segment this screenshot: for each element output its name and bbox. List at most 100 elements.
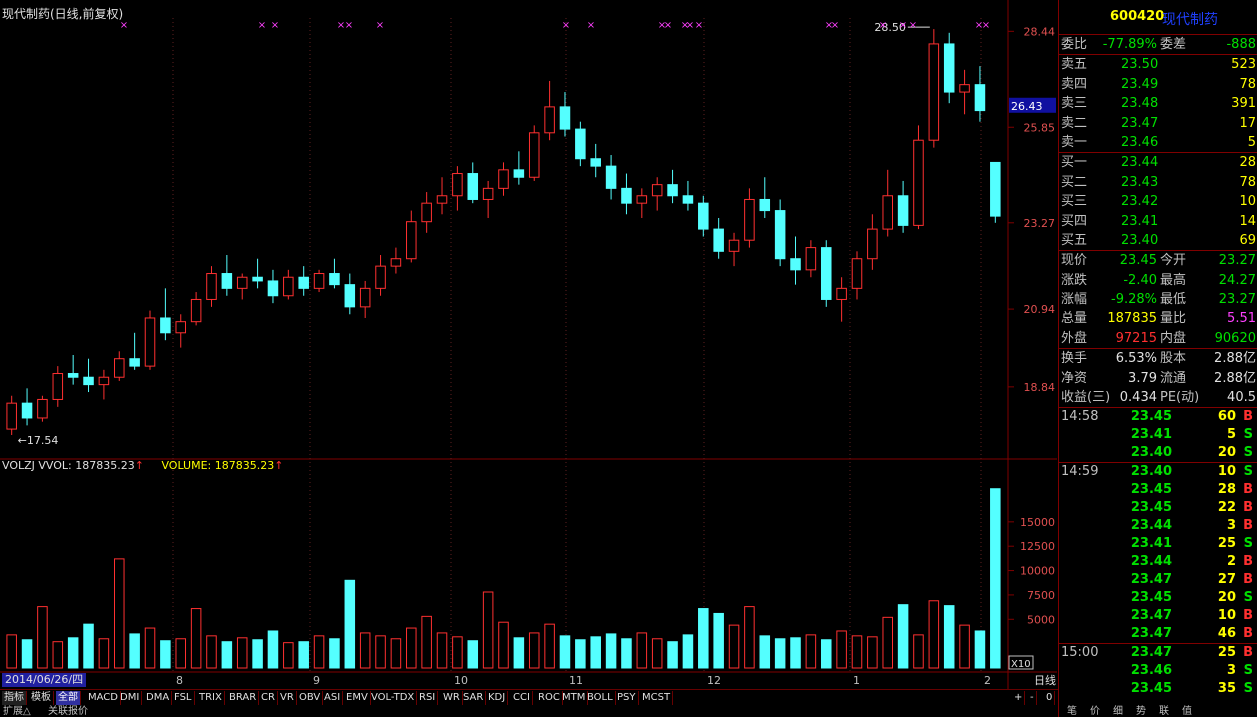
fund-value: 0.434	[1119, 390, 1157, 406]
candle-body	[6, 402, 17, 430]
candle-body	[98, 376, 110, 386]
related-quote-link[interactable]: 关联报价	[48, 706, 88, 717]
signal-marker: ×	[345, 20, 353, 31]
indicator-tab[interactable]: 全部	[56, 691, 81, 705]
volume-bar	[774, 638, 786, 669]
tick-row: 23.44 2 B	[1059, 553, 1257, 571]
panel-tab[interactable]: 笔	[1067, 706, 1077, 717]
volume-bar	[528, 632, 540, 669]
signal-marker: ×	[376, 20, 384, 31]
tick-list[interactable]: 14:58 23.45 60 B 23.41 5 S 23.40 20 S 14:59 23.40 10…	[1059, 407, 1257, 698]
order-label: 卖一	[1061, 134, 1088, 150]
stat-value: -9.28%	[1111, 292, 1157, 308]
kline-chart-svg[interactable]: 8 9 10 11 12 1 228.4425.8523.2720.9418.8426.43…	[0, 0, 1057, 689]
indicator-tab[interactable]: DMI	[118, 691, 143, 705]
volume-bar	[252, 639, 263, 669]
tick-side: B	[1243, 500, 1253, 516]
indicator-tab[interactable]: CR	[259, 691, 278, 705]
sell-level-row: 卖三 23.48 391	[1059, 94, 1257, 113]
candle-body	[267, 280, 279, 297]
sell-level-row: 卖五 23.50 523	[1059, 55, 1257, 74]
candle-body	[467, 173, 479, 200]
buy-level-row: 买五 23.40 69	[1059, 231, 1257, 250]
kline-chart-area[interactable]: 8 9 10 11 12 1 2 28.44 25.85 23.27 20.94 18.84 26.43…	[0, 0, 1057, 690]
tick-volume: 46	[1217, 626, 1236, 642]
volume-bar	[52, 641, 64, 669]
indicator-tab[interactable]: WR	[441, 691, 463, 705]
panel-tab[interactable]: 价	[1090, 706, 1100, 717]
indicator-tab[interactable]: 模板	[29, 691, 54, 705]
volume-bar	[236, 637, 248, 669]
order-label: 买五	[1061, 232, 1088, 248]
indicator-tab[interactable]: EMV	[344, 691, 371, 705]
order-label: 卖四	[1061, 76, 1088, 92]
volume-bar	[114, 558, 125, 669]
indicator-tab[interactable]: RSI	[417, 691, 439, 705]
volume-bar	[867, 636, 878, 669]
volume-bar	[820, 639, 832, 669]
tick-price: 23.41	[1130, 427, 1172, 443]
volume-bar	[83, 623, 94, 669]
volume-tick-label: 15000	[1020, 516, 1055, 529]
tick-side: S	[1243, 427, 1253, 443]
signal-marker: ×	[695, 20, 703, 31]
indicator-tab[interactable]: TRIX	[197, 691, 225, 705]
candle-body	[21, 402, 33, 419]
candle-body	[913, 139, 924, 226]
low-price-label: ←17.54	[18, 434, 59, 447]
panel-tab[interactable]: 联	[1159, 706, 1169, 717]
month-label: 8	[176, 674, 183, 687]
indicator-tab[interactable]: BOLL	[585, 691, 616, 705]
tick-price: 23.45	[1130, 500, 1172, 516]
indicator-tab[interactable]: OBV	[297, 691, 324, 705]
indicator-tab[interactable]: KDJ	[486, 691, 509, 705]
fund-value: 3.79	[1128, 370, 1157, 386]
zoom-out-button[interactable]: -	[1028, 691, 1037, 705]
indicator-tab[interactable]: PSY	[615, 691, 639, 705]
tick-row: 23.41 25 S	[1059, 535, 1257, 553]
indicator-tab[interactable]: ASI	[322, 691, 344, 705]
tick-volume: 3	[1226, 518, 1236, 534]
volume-bar	[206, 635, 217, 669]
indicator-tab[interactable]: FSL	[172, 691, 195, 705]
tick-volume: 20	[1217, 590, 1236, 606]
reset-button[interactable]: 0	[1044, 691, 1056, 705]
indicator-tab[interactable]: VOL-TDX	[369, 691, 418, 705]
expand-link[interactable]: 扩展△	[3, 706, 31, 717]
indicator-tab[interactable]: ROC	[536, 691, 563, 705]
indicator-tab[interactable]: 指标	[2, 691, 27, 705]
indicator-tab[interactable]: MCST	[640, 691, 674, 705]
tick-row: 23.47 10 B	[1059, 607, 1257, 625]
order-price: 23.46	[1121, 134, 1159, 150]
stock-name[interactable]: 现代制药	[1162, 9, 1218, 29]
indicator-tab[interactable]: SAR	[461, 691, 487, 705]
candle-body	[836, 287, 847, 300]
indicator-tab[interactable]: BRAR	[227, 691, 260, 705]
indicator-tab[interactable]: MACD	[86, 691, 121, 705]
quote-panel: 600420 现代制药 委比 -77.89% 委差 -888 卖五 23.50 52…	[1058, 0, 1257, 717]
tick-side: S	[1243, 663, 1253, 679]
fund-row: 收益(三) 0.434 PE(动) 40.5	[1059, 388, 1257, 407]
buy-orders: 买一 23.44 28 买二 23.43 78 买三 23.42 10 买四 23.41 14 买五 23…	[1059, 152, 1257, 250]
indicator-tab[interactable]: VR	[278, 691, 297, 705]
tick-row: 23.44 3 B	[1059, 517, 1257, 535]
indicator-tab[interactable]: CCI	[511, 691, 533, 705]
candle-body	[175, 321, 187, 334]
zoom-in-button[interactable]: +	[1012, 691, 1026, 705]
stat-label: 今开	[1160, 253, 1187, 269]
fund-value: 6.53%	[1115, 351, 1157, 367]
stat-row: 涨幅 -9.28% 最低 23.27	[1059, 290, 1257, 309]
stat-label: 总量	[1061, 311, 1088, 327]
panel-tab[interactable]: 细	[1113, 706, 1123, 717]
volume-bar	[943, 605, 955, 669]
indicator-tab[interactable]: DMA	[144, 691, 173, 705]
panel-tab[interactable]: 值	[1182, 706, 1192, 717]
stat-row: 外盘 97215 内盘 90620	[1059, 329, 1257, 348]
volume-bar	[682, 634, 694, 669]
order-price: 23.40	[1121, 232, 1159, 248]
signal-marker: ×	[899, 20, 907, 31]
price-tick-label: 23.27	[1024, 217, 1056, 230]
panel-tab[interactable]: 势	[1136, 706, 1146, 717]
chart-title: 现代制药(日线,前复权)	[2, 7, 124, 21]
candle-body	[359, 287, 371, 308]
